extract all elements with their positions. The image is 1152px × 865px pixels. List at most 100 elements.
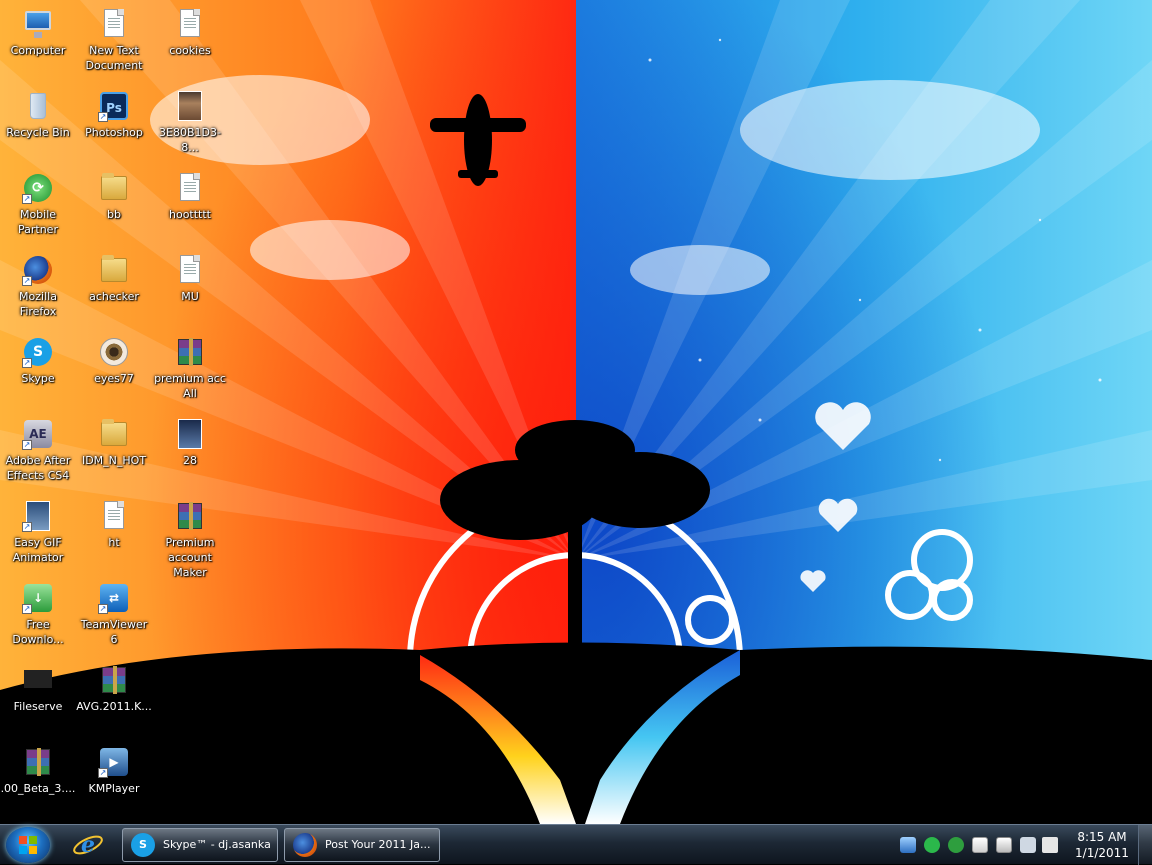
- desktop-icon-label: Free Downlo...: [12, 618, 64, 646]
- desktop-icon-teamviewer[interactable]: ⇄ ↗ TeamViewer 6: [76, 580, 152, 660]
- text-document-icon: [98, 8, 130, 40]
- text-document-icon: [174, 172, 206, 204]
- desktop-icon-new-text-document[interactable]: New Text Document: [76, 6, 152, 86]
- text-document-icon: [174, 8, 206, 40]
- internet-explorer-icon: e: [73, 832, 103, 858]
- windows-logo-icon: [19, 836, 37, 854]
- desktop-icon-image-3e80b1d3[interactable]: 3E80B1D3-8...: [152, 88, 228, 168]
- photoshop-icon: Ps ↗: [98, 90, 130, 122]
- security-status-icon[interactable]: [996, 837, 1012, 853]
- taskbar: e S Skype™ - dj.asanka Post Your 2011 Ja…: [0, 824, 1152, 865]
- desktop-icon-mobile-partner[interactable]: ⟳ ↗ Mobile Partner: [0, 170, 76, 250]
- computer-icon: [22, 8, 54, 40]
- desktop-icon-skype[interactable]: S ↗ Skype: [0, 334, 76, 414]
- desktop-icon-label: Fileserve: [13, 700, 63, 713]
- eye-icon: [98, 336, 130, 368]
- after-effects-icon: AE ↗: [22, 418, 54, 450]
- desktop-icon-hoottttt[interactable]: hoottttt: [152, 170, 228, 250]
- desktop-icon-label: New Text Document: [85, 44, 143, 72]
- recycle-bin-icon: [22, 90, 54, 122]
- desktop-icon-idm-n-hot[interactable]: IDM_N_HOT: [76, 416, 152, 496]
- desktop-icon-label: cookies: [169, 44, 211, 57]
- firefox-icon: [293, 833, 317, 857]
- desktop-icon-premium-acc-all[interactable]: premium acc All: [152, 334, 228, 414]
- folder-icon: [98, 172, 130, 204]
- check-shield-icon[interactable]: [924, 837, 940, 853]
- desktop-icon-cookies[interactable]: cookies: [152, 6, 228, 86]
- desktop-icon-beta-archive[interactable]: .00_Beta_3....: [0, 744, 76, 824]
- taskbar-button-skype[interactable]: S Skype™ - dj.asanka: [122, 828, 278, 862]
- desktop-icon-computer[interactable]: Computer: [0, 6, 76, 86]
- action-center-flag-icon[interactable]: [972, 837, 988, 853]
- show-desktop-button[interactable]: [1138, 825, 1152, 865]
- clock-date: 1/1/2011: [1075, 846, 1129, 860]
- desktop-icon-label: Computer: [10, 44, 66, 57]
- taskbar-button-label: Skype™ - dj.asanka: [163, 838, 271, 851]
- firefox-icon: ↗: [22, 254, 54, 286]
- taskbar-button-firefox[interactable]: Post Your 2011 Ja...: [284, 828, 440, 862]
- notification-area: [892, 825, 1072, 865]
- text-document-icon: [98, 500, 130, 532]
- desktop-icon-label: hoottttt: [169, 208, 211, 221]
- text-document-icon: [174, 254, 206, 286]
- desktop-icon-eyes77[interactable]: eyes77: [76, 334, 152, 414]
- desktop-icon-recycle-bin[interactable]: Recycle Bin: [0, 88, 76, 168]
- desktop-icon-label: Premium account Maker: [165, 536, 215, 579]
- teamviewer-icon: ⇄ ↗: [98, 582, 130, 614]
- skype-icon: S ↗: [22, 336, 54, 368]
- desktop-icon-ht[interactable]: ht: [76, 498, 152, 578]
- network-app-icon[interactable]: [900, 837, 916, 853]
- winrar-archive-icon: [174, 336, 206, 368]
- desktop-icon-label: AVG.2011.K...: [76, 700, 152, 713]
- desktop-icon-kmplayer[interactable]: ▶ ↗ KMPlayer: [76, 744, 152, 824]
- easy-gif-animator-icon: ↗: [22, 500, 54, 532]
- desktop-icon-avg-archive[interactable]: AVG.2011.K...: [76, 662, 152, 742]
- desktop-icon-label: Mobile Partner: [18, 208, 58, 236]
- desktop-icon-label: .00_Beta_3....: [0, 782, 76, 795]
- taskbar-button-label: Post Your 2011 Ja...: [325, 838, 431, 851]
- desktop-icon-fileserve[interactable]: Fileserve: [0, 662, 76, 742]
- desktop-icon-photoshop[interactable]: Ps ↗ Photoshop: [76, 88, 152, 168]
- download-manager-icon: ↓ ↗: [22, 582, 54, 614]
- desktop-icon-label: 3E80B1D3-8...: [159, 126, 221, 154]
- desktop-icon-easy-gif-animator[interactable]: ↗ Easy GIF Animator: [0, 498, 76, 578]
- desktop-icon-28[interactable]: 28: [152, 416, 228, 496]
- desktop-icon-bb[interactable]: bb: [76, 170, 152, 250]
- volume-icon[interactable]: [1042, 837, 1058, 853]
- desktop-icon-label: Skype: [21, 372, 55, 385]
- winrar-archive-icon: [98, 664, 130, 696]
- desktop-icon-label: Easy GIF Animator: [12, 536, 64, 564]
- fileserve-icon: [22, 664, 54, 696]
- desktop-icon-mu[interactable]: MU: [152, 252, 228, 332]
- svg-text:e: e: [81, 832, 95, 858]
- folder-icon: [98, 418, 130, 450]
- desktop-icon-label: MU: [181, 290, 199, 303]
- desktop-icon-premium-account-maker[interactable]: Premium account Maker: [152, 498, 228, 579]
- desktop-icon-label: IDM_N_HOT: [81, 454, 147, 467]
- desktop-icon-label: Adobe After Effects CS4: [5, 454, 71, 482]
- start-button[interactable]: [6, 827, 50, 863]
- desktop-icon-label: premium acc All: [154, 372, 226, 400]
- clock-time: 8:15 AM: [1077, 830, 1127, 844]
- winrar-archive-icon: [174, 500, 206, 532]
- desktop-icon-free-download[interactable]: ↓ ↗ Free Downlo...: [0, 580, 76, 660]
- desktop-icon-label: ht: [108, 536, 120, 549]
- desktop-icon-achecker[interactable]: achecker: [76, 252, 152, 332]
- desktop-icon-label: achecker: [89, 290, 139, 303]
- desktop-icon-label: 28: [183, 454, 197, 467]
- folder-icon: [98, 254, 130, 286]
- desktop: Computer Recycle Bin ⟳ ↗ Mobile Partner ↗…: [0, 0, 1152, 824]
- mobile-partner-tray-icon[interactable]: [948, 837, 964, 853]
- internet-explorer-quicklaunch[interactable]: e: [72, 829, 104, 861]
- image-thumbnail-icon: [174, 90, 206, 122]
- kmplayer-icon: ▶ ↗: [98, 746, 130, 778]
- desktop-icon-label: Photoshop: [85, 126, 143, 139]
- desktop-icon-adobe-after-effects[interactable]: AE ↗ Adobe After Effects CS4: [0, 416, 76, 496]
- desktop-icon-label: bb: [107, 208, 121, 221]
- skype-icon: S: [131, 833, 155, 857]
- system-clock[interactable]: 8:15 AM 1/1/2011: [1072, 829, 1132, 861]
- desktop-icon-mozilla-firefox[interactable]: ↗ Mozilla Firefox: [0, 252, 76, 332]
- network-icon[interactable]: [1020, 837, 1036, 853]
- desktop-icon-label: eyes77: [94, 372, 134, 385]
- desktop-icon-label: Recycle Bin: [6, 126, 70, 139]
